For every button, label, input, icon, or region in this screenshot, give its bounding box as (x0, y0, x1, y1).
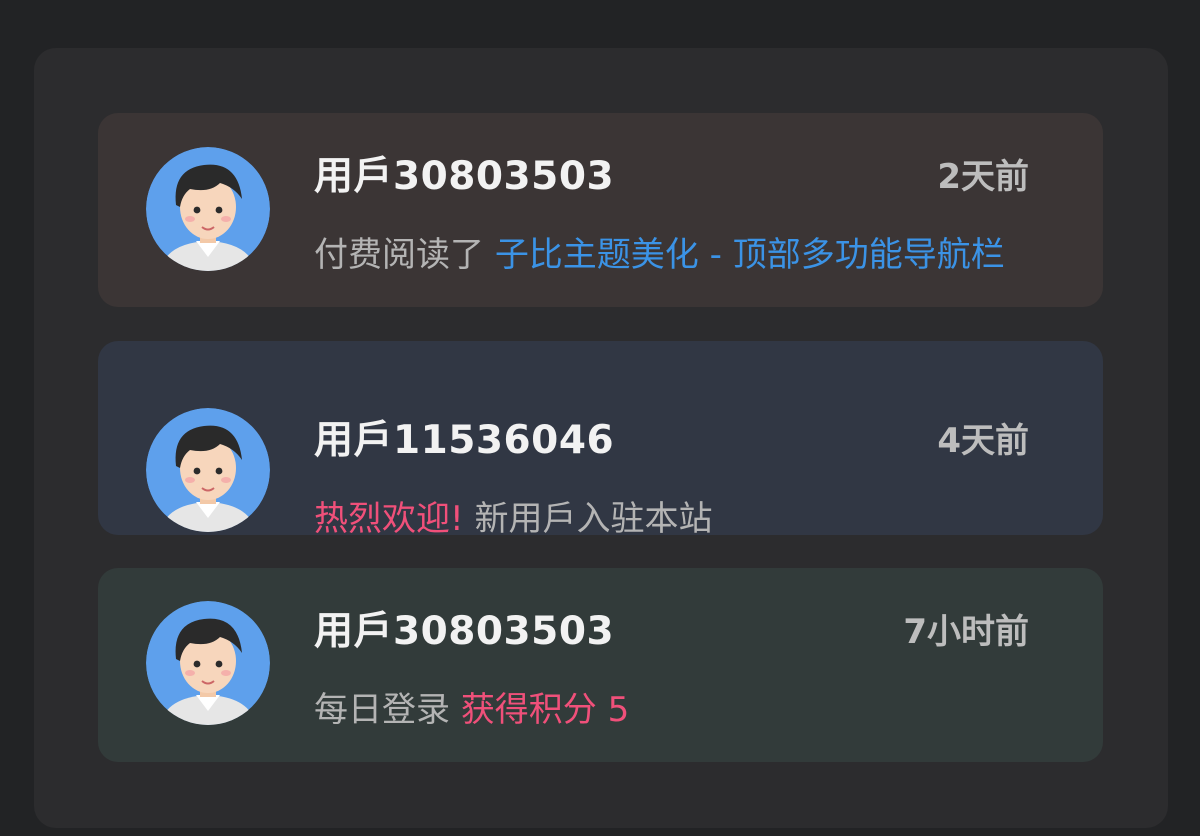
welcome-highlight: 热烈欢迎! (314, 499, 464, 535)
post-link[interactable]: 子比主题美化 - 顶部多功能导航栏 (495, 235, 1005, 275)
activity-item: 用戶30803503 7小时前 每日登录 获得积分 5 (98, 568, 1103, 762)
timestamp: 7小时前 (903, 612, 1029, 652)
timestamp: 4天前 (937, 421, 1029, 461)
timestamp: 2天前 (937, 157, 1029, 197)
username[interactable]: 用戶11536046 (314, 409, 614, 465)
activity-description: 热烈欢迎! 新用戶入驻本站 (314, 491, 1034, 535)
activity-item: 用戶30803503 2天前 付费阅读了 子比主题美化 - 顶部多功能导航栏 (98, 113, 1103, 307)
activity-description: 每日登录 获得积分 5 (314, 682, 1034, 731)
activity-action: 付费阅读了 (314, 235, 484, 275)
user-avatar-icon[interactable] (146, 601, 270, 725)
activity-description: 付费阅读了 子比主题美化 - 顶部多功能导航栏 (314, 227, 1034, 276)
activity-message: 新用戶入驻本站 (474, 499, 713, 535)
username[interactable]: 用戶30803503 (314, 600, 614, 656)
points-highlight: 获得积分 5 (460, 690, 630, 730)
activity-action: 每日登录 (314, 690, 450, 730)
activity-item: 用戶11536046 4天前 热烈欢迎! 新用戶入驻本站 (98, 341, 1103, 535)
user-avatar-icon[interactable] (146, 147, 270, 271)
user-avatar-icon[interactable] (146, 408, 270, 532)
username[interactable]: 用戶30803503 (314, 145, 614, 201)
